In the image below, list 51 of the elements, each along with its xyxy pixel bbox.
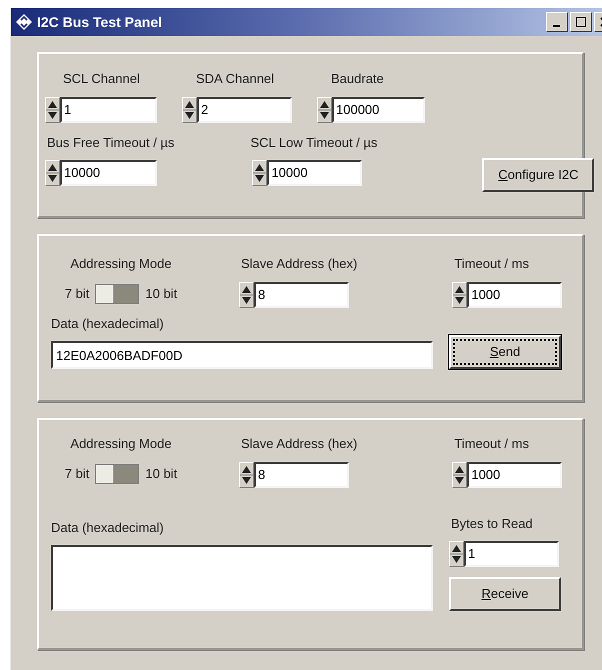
number-field[interactable]: 8	[254, 462, 349, 488]
field-label: Slave Address (hex)	[241, 435, 358, 453]
option-label: 7 bit	[64, 464, 90, 483]
field-label: SCL Channel	[63, 70, 141, 88]
spinner-arrows-icon[interactable]	[452, 282, 468, 308]
field-label: Timeout / ms	[454, 255, 530, 273]
mode-switch[interactable]	[95, 464, 140, 484]
spinner-arrows-icon[interactable]	[452, 462, 468, 488]
spinner-arrows-icon[interactable]	[182, 96, 197, 122]
spinner-arrows-icon[interactable]	[45, 96, 60, 122]
number-field[interactable]: 1000	[467, 282, 562, 308]
number-field[interactable]: 1	[60, 96, 157, 122]
app-logo-icon	[15, 13, 33, 31]
action-button[interactable]: Configure I2C	[482, 158, 594, 192]
field-label: Addressing Mode	[70, 435, 172, 453]
number-field[interactable]: 1	[464, 541, 559, 567]
spinner-arrows-icon[interactable]	[317, 96, 332, 122]
spinner-arrows-icon[interactable]	[252, 160, 268, 186]
maximize-icon[interactable]	[570, 12, 592, 32]
field-label: Addressing Mode	[70, 255, 172, 273]
field-label: Data (hexadecimal)	[51, 518, 165, 537]
field-label: SCL Low Timeout / µs	[250, 134, 378, 152]
field-label: Slave Address (hex)	[241, 255, 358, 273]
option-label: 7 bit	[64, 284, 90, 303]
field-label: Baudrate	[331, 70, 385, 88]
field-label: SDA Channel	[196, 70, 276, 88]
option-label: 10 bit	[145, 284, 178, 303]
field-label: Bus Free Timeout / µs	[47, 134, 174, 152]
spinner-arrows-icon[interactable]	[239, 282, 254, 308]
action-button[interactable]: Receive	[449, 577, 561, 611]
action-button[interactable]: Send	[449, 335, 561, 369]
window-title: I2C Bus Test Panel	[37, 12, 162, 32]
field-label: Bytes to Read	[451, 514, 534, 533]
spinner-arrows-icon[interactable]	[239, 462, 254, 488]
number-field[interactable]: 8	[254, 282, 349, 308]
number-field[interactable]: 10000	[267, 160, 362, 186]
number-field[interactable]: 1000	[467, 462, 562, 488]
minimize-icon[interactable]	[546, 12, 568, 32]
spinner-arrows-icon[interactable]	[45, 160, 60, 186]
data-output-area[interactable]	[51, 545, 433, 611]
number-field[interactable]: 100000	[332, 96, 425, 122]
field-label: Data (hexadecimal)	[51, 314, 165, 333]
field-label: Timeout / ms	[454, 435, 530, 453]
number-field[interactable]: 10000	[60, 160, 157, 186]
data-field[interactable]: 12E0A2006BADF00D	[51, 341, 433, 369]
switch-thumb[interactable]	[96, 284, 114, 302]
mode-switch[interactable]	[95, 284, 140, 304]
option-label: 10 bit	[145, 464, 178, 483]
spinner-arrows-icon[interactable]	[449, 541, 464, 567]
switch-thumb[interactable]	[96, 464, 114, 482]
number-field[interactable]: 2	[197, 96, 292, 122]
